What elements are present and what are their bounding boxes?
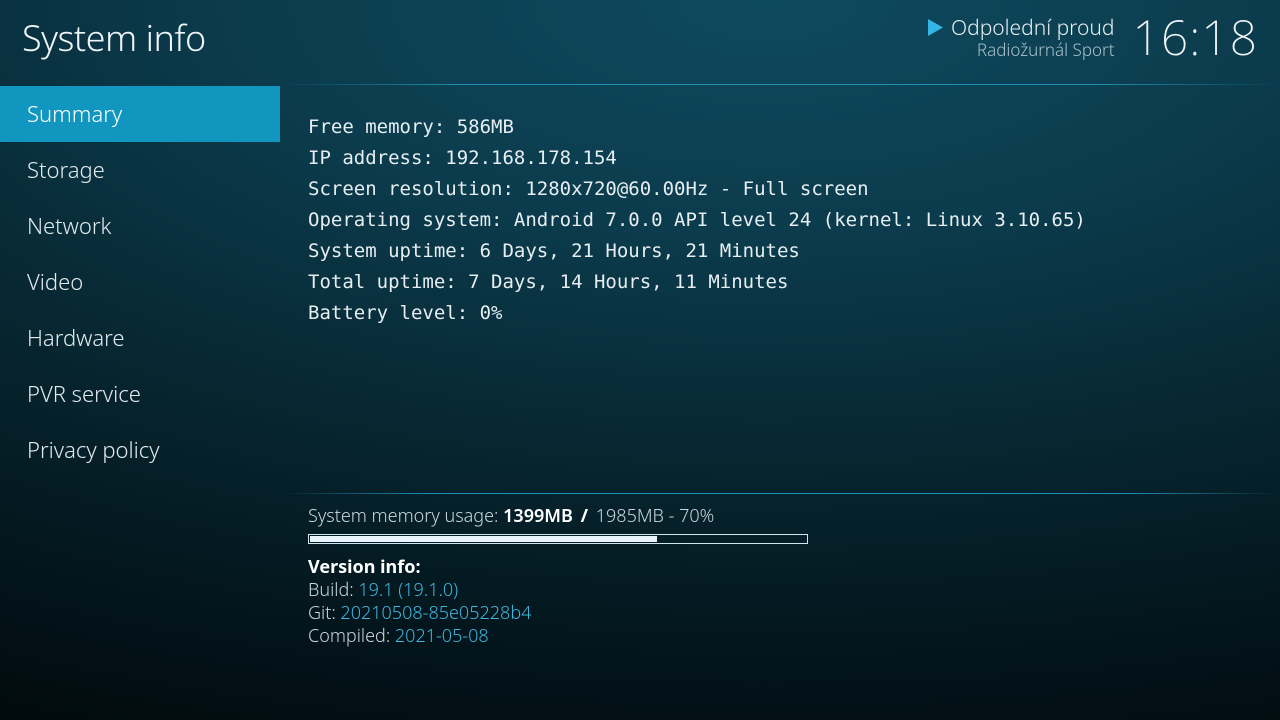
sidebar-item-video[interactable]: Video — [0, 254, 280, 310]
memory-progress-bar — [308, 534, 808, 544]
sidebar-item-storage[interactable]: Storage — [0, 142, 280, 198]
footer: System memory usage: 1399MB / 1985MB - 7… — [280, 500, 1280, 648]
version-compiled: Compiled: 2021-05-08 — [308, 625, 1264, 648]
header-divider — [280, 84, 1280, 85]
memory-sep: / — [578, 504, 591, 528]
sidebar-item-label: Network — [27, 211, 111, 241]
version-build: Build: 19.1 (19.1.0) — [308, 579, 1264, 602]
memory-pct: - 70% — [669, 504, 715, 528]
version-block: Version info: Build: 19.1 (19.1.0) Git: … — [308, 556, 1264, 648]
info-line-ip-address: IP address: 192.168.178.154 — [308, 143, 1264, 174]
summary-lines: Free memory: 586MB IP address: 192.168.1… — [308, 112, 1264, 329]
sidebar-item-label: Hardware — [27, 323, 124, 353]
info-line-battery-level: Battery level: 0% — [308, 298, 1264, 329]
sidebar-item-label: Video — [27, 267, 83, 297]
sidebar-item-label: Summary — [27, 99, 122, 129]
sidebar-item-label: Privacy policy — [27, 435, 160, 465]
top-bar-right: Odpolední proud Radiožurnál Sport 16:18 — [928, 5, 1258, 70]
memory-usage-label: System memory usage: — [308, 504, 503, 528]
clock: 16:18 — [1133, 5, 1258, 70]
sidebar-item-summary[interactable]: Summary — [0, 86, 280, 142]
play-icon — [928, 19, 943, 36]
info-line-system-uptime: System uptime: 6 Days, 21 Hours, 21 Minu… — [308, 236, 1264, 267]
now-playing-title: Odpolední proud — [951, 16, 1115, 40]
memory-used: 1399MB — [503, 504, 573, 528]
page-title: System info — [22, 13, 206, 62]
sidebar-item-hardware[interactable]: Hardware — [0, 310, 280, 366]
version-heading: Version info: — [308, 556, 1264, 579]
info-line-screen-resolution: Screen resolution: 1280x720@60.00Hz - Fu… — [308, 174, 1264, 205]
memory-total: 1985MB — [596, 504, 664, 528]
footer-divider — [280, 493, 1280, 494]
sidebar-item-label: PVR service — [27, 379, 141, 409]
info-line-total-uptime: Total uptime: 7 Days, 14 Hours, 11 Minut… — [308, 267, 1264, 298]
version-git: Git: 20210508-85e05228b4 — [308, 602, 1264, 625]
now-playing[interactable]: Odpolední proud Radiožurnál Sport — [928, 16, 1115, 60]
memory-progress-fill — [310, 536, 657, 542]
sidebar-item-network[interactable]: Network — [0, 198, 280, 254]
sidebar-item-pvr-service[interactable]: PVR service — [0, 366, 280, 422]
sidebar-item-label: Storage — [27, 155, 105, 185]
sidebar-item-privacy-policy[interactable]: Privacy policy — [0, 422, 280, 478]
top-bar: System info Odpolední proud Radiožurnál … — [0, 0, 1280, 75]
now-playing-subtitle: Radiožurnál Sport — [977, 40, 1115, 60]
sidebar: Summary Storage Network Video Hardware P… — [0, 86, 280, 720]
info-line-operating-system: Operating system: Android 7.0.0 API leve… — [308, 205, 1264, 236]
info-line-free-memory: Free memory: 586MB — [308, 112, 1264, 143]
memory-usage-line: System memory usage: 1399MB / 1985MB - 7… — [308, 504, 1264, 528]
